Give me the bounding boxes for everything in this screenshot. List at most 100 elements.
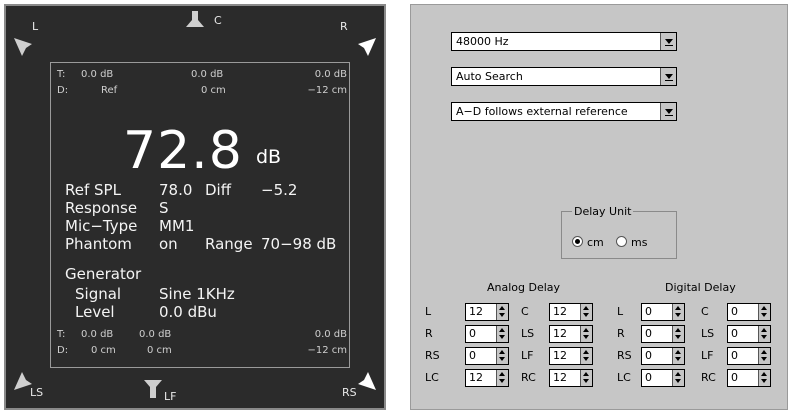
analog-delay-spinbox[interactable]: 12 xyxy=(465,369,509,387)
analog-delay-spinbox[interactable]: 12 xyxy=(549,347,593,365)
sample-rate-dropdown[interactable]: 48000 Hz xyxy=(451,32,677,51)
analog-delay-value: 12 xyxy=(469,371,483,384)
speaker-rs-icon xyxy=(358,372,376,390)
digital-delay-spinbox[interactable]: 0 xyxy=(641,369,685,387)
spl-level-unit: dB xyxy=(256,146,282,168)
delay-unit-ms-label: ms xyxy=(631,236,648,249)
digital-delay-channel-label: C xyxy=(701,305,709,318)
top-trim-center: 0.0 dB xyxy=(191,69,224,80)
spin-arrows-icon[interactable] xyxy=(496,326,508,342)
digital-delay-channel-label: R xyxy=(617,327,625,340)
digital-delay-spinbox[interactable]: 0 xyxy=(727,347,771,365)
spin-arrows-icon[interactable] xyxy=(580,348,592,364)
bottom-delay-center: 0 cm xyxy=(147,345,172,356)
bottom-delay-label: D: xyxy=(57,345,69,356)
settings-panel: 48000 Hz Auto Search A−D follows externa… xyxy=(410,4,788,410)
delay-unit-cm-radio[interactable] xyxy=(572,236,583,247)
speaker-c-label: C xyxy=(214,14,222,27)
bottom-trim-label: T: xyxy=(57,329,66,340)
speaker-l-label: L xyxy=(32,20,39,33)
analog-delay-spinbox[interactable]: 12 xyxy=(549,325,593,343)
spin-arrows-icon[interactable] xyxy=(758,326,770,342)
ref-spl-label: Ref SPL xyxy=(65,181,121,199)
speaker-rs-label: RS xyxy=(342,386,357,399)
bottom-trim-center: 0.0 dB xyxy=(139,329,172,340)
range-value: 70−98 dB xyxy=(261,235,337,253)
digital-delay-spinbox[interactable]: 0 xyxy=(727,303,771,321)
digital-delay-value: 0 xyxy=(731,305,738,318)
gen-level-value: 0.0 dBu xyxy=(159,303,217,321)
bottom-delay-left: 0 cm xyxy=(91,345,116,356)
spl-level-value: 72.8 xyxy=(123,121,243,181)
chevron-down-icon[interactable] xyxy=(660,33,676,50)
analog-delay-channel-label: LS xyxy=(521,327,535,340)
bottom-trim-left: 0.0 dB xyxy=(81,329,114,340)
spin-arrows-icon[interactable] xyxy=(496,304,508,320)
top-trim-label: T: xyxy=(57,69,66,80)
analog-delay-value: 12 xyxy=(553,327,567,340)
response-label: Response xyxy=(65,199,138,217)
speaker-lf-label: LF xyxy=(164,390,177,403)
spin-arrows-icon[interactable] xyxy=(758,304,770,320)
digital-delay-spinbox[interactable]: 0 xyxy=(641,347,685,365)
search-mode-value: Auto Search xyxy=(456,70,523,83)
speaker-ls-label: LS xyxy=(30,386,44,399)
digital-delay-channel-label: L xyxy=(617,305,624,318)
diff-value: −5.2 xyxy=(261,181,298,199)
analog-delay-channel-label: R xyxy=(425,327,433,340)
ad-sync-dropdown[interactable]: A−D follows external reference xyxy=(451,102,677,121)
top-delay-right: −12 cm xyxy=(307,85,347,96)
digital-delay-value: 0 xyxy=(645,371,652,384)
bottom-trim-right: 0.0 dB xyxy=(314,329,347,340)
analog-delay-channel-label: C xyxy=(521,305,529,318)
analog-delay-spinbox[interactable]: 12 xyxy=(549,369,593,387)
analog-delay-channel-label: RS xyxy=(425,349,440,362)
analog-delay-channel-label: LC xyxy=(425,371,439,384)
diff-label: Diff xyxy=(205,181,232,199)
spin-arrows-icon[interactable] xyxy=(758,370,770,386)
analog-delay-value: 0 xyxy=(469,327,476,340)
speaker-lf-icon xyxy=(144,380,162,398)
spin-arrows-icon[interactable] xyxy=(496,348,508,364)
generator-label: Generator xyxy=(65,265,142,283)
phantom-value: on xyxy=(159,235,178,253)
spin-arrows-icon[interactable] xyxy=(580,370,592,386)
digital-delay-spinbox[interactable]: 0 xyxy=(641,325,685,343)
digital-delay-value: 0 xyxy=(645,305,652,318)
spin-arrows-icon[interactable] xyxy=(580,326,592,342)
analog-delay-spinbox[interactable]: 12 xyxy=(465,303,509,321)
mic-type-label: Mic−Type xyxy=(65,217,138,235)
speaker-r-icon xyxy=(358,38,376,56)
spin-arrows-icon[interactable] xyxy=(496,370,508,386)
digital-delay-spinbox[interactable]: 0 xyxy=(727,369,771,387)
ref-spl-value: 78.0 xyxy=(159,181,193,199)
analog-delay-spinbox[interactable]: 12 xyxy=(549,303,593,321)
top-delay-label: D: xyxy=(57,85,69,96)
digital-delay-channel-label: LS xyxy=(701,327,715,340)
analog-delay-spinbox[interactable]: 0 xyxy=(465,347,509,365)
digital-delay-channel-label: LF xyxy=(701,349,714,362)
speaker-l-icon xyxy=(14,38,32,56)
gen-level-label: Level xyxy=(75,303,115,321)
search-mode-dropdown[interactable]: Auto Search xyxy=(451,67,677,86)
delay-unit-ms-radio[interactable] xyxy=(616,236,627,247)
top-delay-left: Ref xyxy=(101,85,118,96)
spin-arrows-icon[interactable] xyxy=(672,348,684,364)
top-trim-right: 0.0 dB xyxy=(314,69,347,80)
spin-arrows-icon[interactable] xyxy=(758,348,770,364)
delay-unit-cm-label: cm xyxy=(587,236,604,249)
spin-arrows-icon[interactable] xyxy=(672,370,684,386)
spin-arrows-icon[interactable] xyxy=(580,304,592,320)
spin-arrows-icon[interactable] xyxy=(672,304,684,320)
digital-delay-channel-label: RS xyxy=(617,349,632,362)
analog-delay-title: Analog Delay xyxy=(487,281,561,294)
analog-delay-value: 12 xyxy=(553,305,567,318)
readout-frame: T: 0.0 dB 0.0 dB 0.0 dB D: Ref 0 cm −12 … xyxy=(50,62,350,368)
digital-delay-spinbox[interactable]: 0 xyxy=(641,303,685,321)
chevron-down-icon[interactable] xyxy=(660,103,676,120)
spin-arrows-icon[interactable] xyxy=(672,326,684,342)
analog-delay-value: 12 xyxy=(553,349,567,362)
digital-delay-spinbox[interactable]: 0 xyxy=(727,325,771,343)
chevron-down-icon[interactable] xyxy=(660,68,676,85)
analog-delay-spinbox[interactable]: 0 xyxy=(465,325,509,343)
